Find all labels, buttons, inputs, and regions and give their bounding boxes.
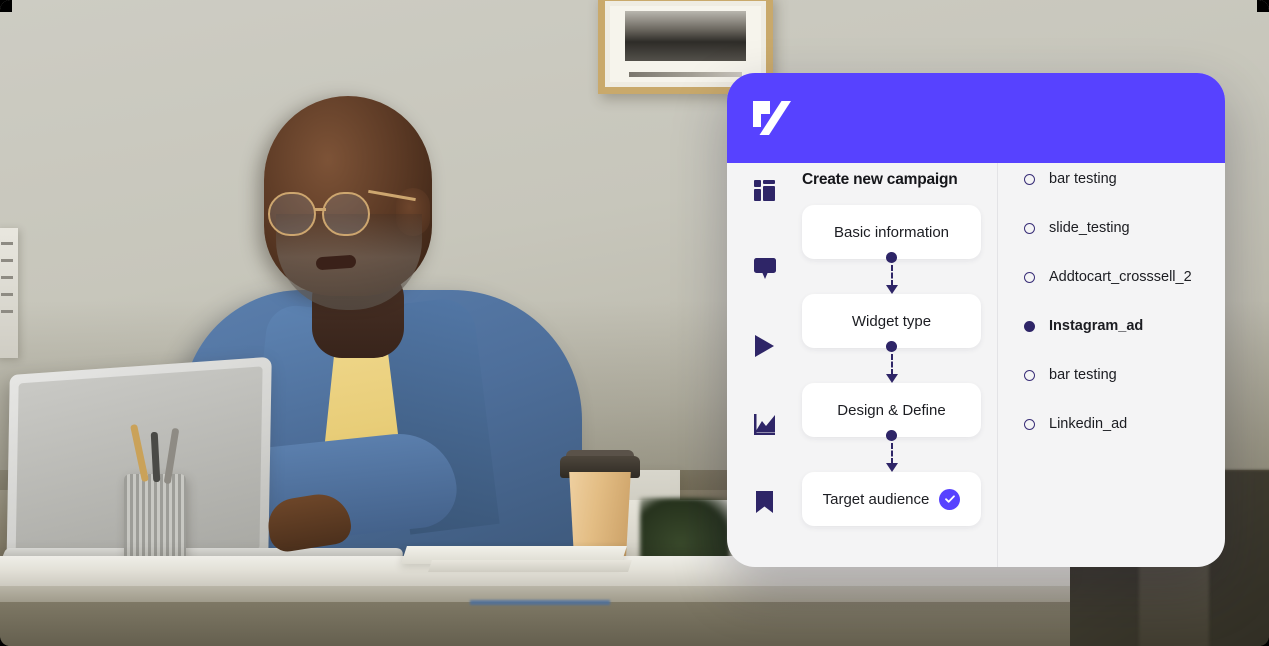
bar-chart-icon bbox=[754, 413, 775, 435]
step-label: Widget type bbox=[851, 312, 932, 330]
play-triangle-icon bbox=[755, 335, 774, 357]
campaign-panel: Create new campaign Basic information Wi… bbox=[727, 73, 1225, 567]
connector-dot-icon bbox=[886, 430, 897, 441]
desk-blue-accent bbox=[470, 600, 610, 605]
flow-step-2: Widget type bbox=[802, 294, 981, 383]
connector-dot-icon bbox=[886, 252, 897, 263]
frame-artwork bbox=[625, 11, 746, 61]
frame-caption bbox=[629, 72, 742, 77]
connector-arrow-icon bbox=[885, 463, 898, 472]
dashboard-grid-icon bbox=[754, 179, 775, 201]
desk-papers-2 bbox=[428, 560, 632, 572]
rail-item-saved[interactable] bbox=[750, 487, 780, 517]
step-connector-1 bbox=[802, 252, 981, 294]
rail-item-dashboard[interactable] bbox=[750, 175, 780, 205]
connector-arrow-icon bbox=[885, 285, 898, 294]
option-slide-testing[interactable]: slide_testing bbox=[1024, 220, 1215, 236]
bookmark-icon bbox=[756, 491, 773, 513]
option-instagram-ad[interactable]: Instagram_ad bbox=[1024, 318, 1215, 334]
step-label: Target audience bbox=[822, 490, 930, 508]
icon-rail bbox=[727, 163, 802, 567]
option-linkedin-ad[interactable]: Linkedin_ad bbox=[1024, 416, 1215, 432]
glasses-right-lens bbox=[322, 192, 370, 236]
corner-mask-top-left bbox=[0, 0, 12, 12]
option-label: slide_testing bbox=[1049, 220, 1130, 236]
connector-arrow-icon bbox=[885, 374, 898, 383]
person-mouth bbox=[315, 254, 357, 271]
option-bar-testing-1[interactable]: bar testing bbox=[1024, 171, 1215, 187]
desk-body bbox=[0, 602, 1070, 646]
wall-poster bbox=[0, 228, 18, 358]
panel-header bbox=[727, 73, 1225, 163]
step-card-widget-type[interactable]: Widget type bbox=[802, 294, 981, 348]
step-connector-2 bbox=[802, 341, 981, 383]
flow-step-3: Design & Define bbox=[802, 383, 981, 472]
glasses-bridge bbox=[314, 208, 326, 211]
connector-dashed-line bbox=[890, 442, 893, 464]
campaign-flow: Create new campaign Basic information Wi… bbox=[802, 163, 997, 567]
step-card-target-audience[interactable]: Target audience bbox=[802, 472, 981, 526]
option-label: bar testing bbox=[1049, 367, 1117, 383]
radio-icon[interactable] bbox=[1024, 271, 1035, 283]
connector-dashed-line bbox=[890, 264, 893, 286]
option-addtocart-crosssell-2[interactable]: Addtocart_crosssell_2 bbox=[1024, 269, 1215, 285]
rail-item-analytics[interactable] bbox=[750, 409, 780, 439]
screenshot-root: Create new campaign Basic information Wi… bbox=[0, 0, 1269, 646]
corner-mask-top-right bbox=[1257, 0, 1269, 12]
check-icon bbox=[944, 495, 955, 503]
option-label: Linkedin_ad bbox=[1049, 416, 1128, 432]
connector-dashed-line bbox=[890, 353, 893, 375]
rail-item-messages[interactable] bbox=[750, 253, 780, 283]
radio-icon[interactable] bbox=[1024, 173, 1035, 185]
glasses-left-lens bbox=[268, 192, 316, 236]
status-badge bbox=[939, 488, 961, 510]
step-card-design-define[interactable]: Design & Define bbox=[802, 383, 981, 437]
option-label: bar testing bbox=[1049, 171, 1117, 187]
page-title: Create new campaign bbox=[802, 171, 958, 188]
radio-icon[interactable] bbox=[1024, 222, 1035, 234]
chat-bubble-icon bbox=[753, 257, 776, 279]
flow-step-4: Target audience bbox=[802, 472, 981, 526]
brand-logo-icon[interactable] bbox=[751, 98, 795, 138]
option-label: Addtocart_crosssell_2 bbox=[1049, 269, 1192, 285]
radio-icon[interactable] bbox=[1024, 418, 1035, 430]
radio-icon-selected[interactable] bbox=[1024, 320, 1035, 332]
step-label: Design & Define bbox=[837, 401, 946, 419]
radio-icon[interactable] bbox=[1024, 369, 1035, 381]
audience-options-list: bar testing slide_testing Addtocart_cros… bbox=[997, 163, 1225, 567]
flow-step-1: Basic information bbox=[802, 205, 981, 294]
panel-body: Create new campaign Basic information Wi… bbox=[727, 163, 1225, 567]
step-label: Basic information bbox=[833, 223, 950, 241]
option-bar-testing-2[interactable]: bar testing bbox=[1024, 367, 1215, 383]
connector-dot-icon bbox=[886, 341, 897, 352]
step-card-basic-information[interactable]: Basic information bbox=[802, 205, 981, 259]
step-connector-3 bbox=[802, 430, 981, 472]
rail-item-campaigns[interactable] bbox=[750, 331, 780, 361]
option-label: Instagram_ad bbox=[1049, 318, 1144, 334]
